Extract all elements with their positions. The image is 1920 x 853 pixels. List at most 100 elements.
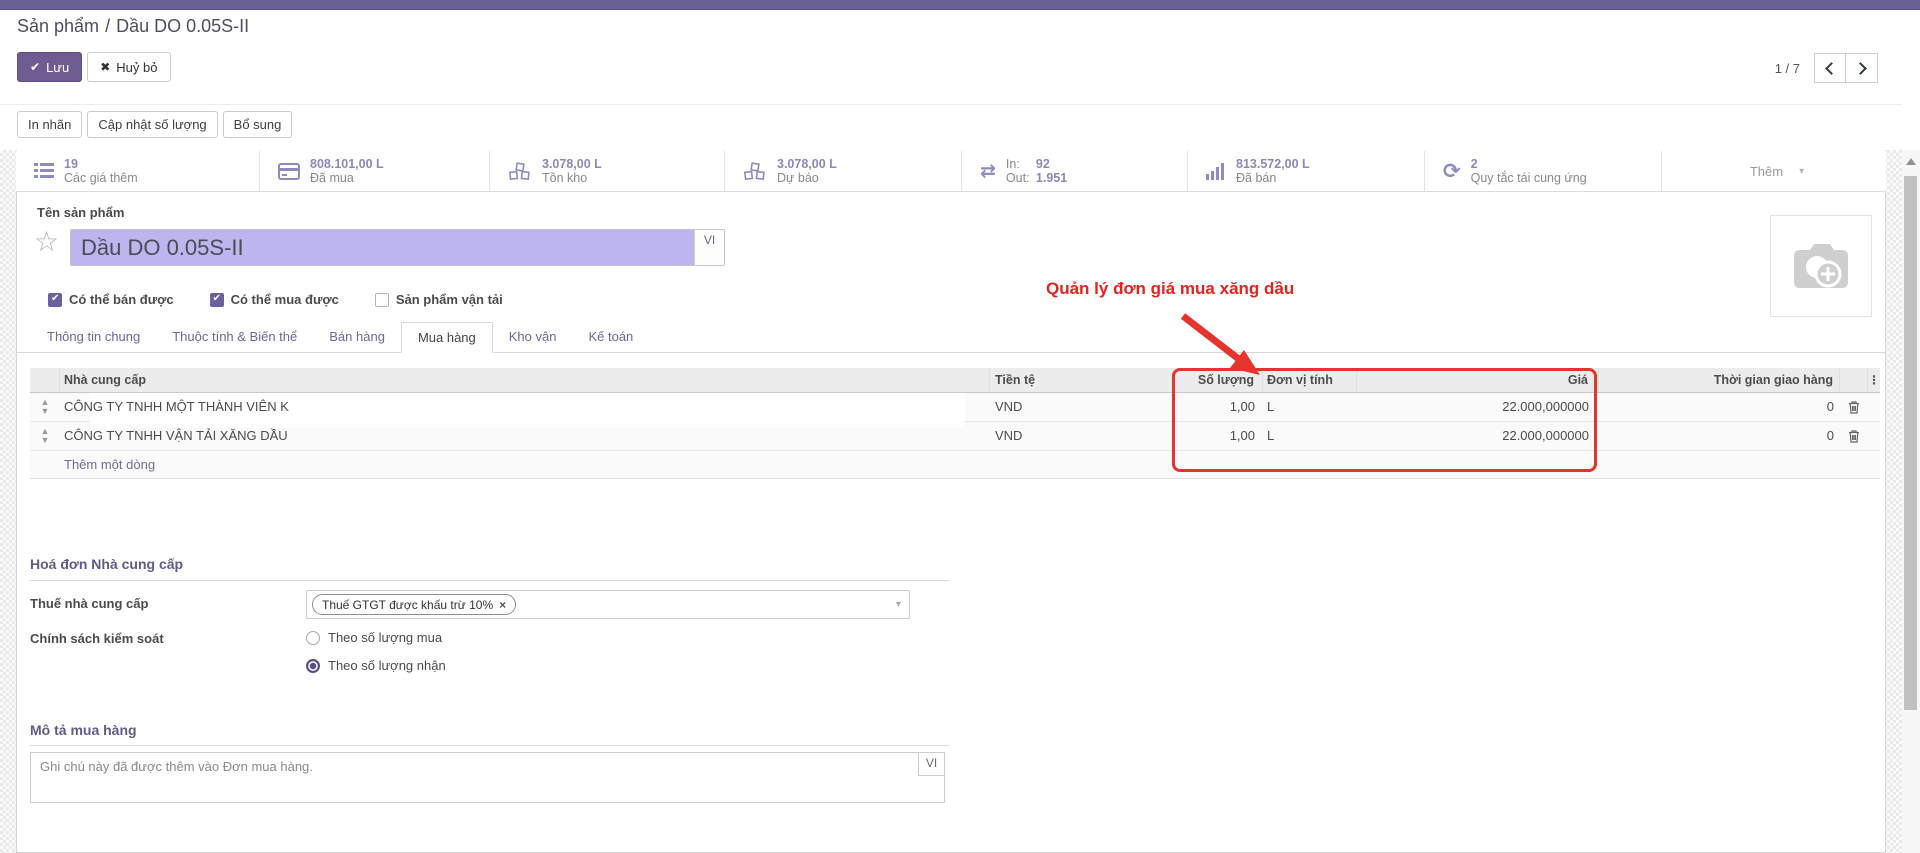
print-labels-button[interactable]: In nhãn: [17, 111, 82, 138]
vendor-column-header[interactable]: Nhà cung cấp: [60, 368, 990, 392]
lead-time-column-header[interactable]: Thời gian giao hàng: [1599, 368, 1840, 392]
save-button[interactable]: ✔ Lưu: [17, 52, 82, 82]
uom-cell[interactable]: L: [1263, 422, 1357, 450]
trash-icon: [1848, 400, 1860, 414]
uom-column-header[interactable]: Đơn vị tính: [1263, 368, 1357, 392]
bar-chart-icon: [1206, 162, 1226, 180]
handle-column-header: [30, 368, 60, 392]
chevron-left-icon: [1825, 62, 1838, 75]
stat-button-forecasted[interactable]: 3.078,00 LDự báo: [725, 151, 962, 191]
pager-previous-button[interactable]: [1814, 53, 1846, 83]
product-image-upload[interactable]: [1770, 215, 1872, 317]
stat-button-reordering-rules[interactable]: ⟳ 2Quy tắc tái cung ứng: [1425, 151, 1662, 191]
drag-handle-icon[interactable]: ▲▼: [41, 427, 50, 445]
pager-next-button[interactable]: [1846, 53, 1878, 83]
lead-time-cell[interactable]: 0: [1599, 393, 1840, 421]
delete-row-button[interactable]: [1848, 429, 1860, 443]
delete-row-button[interactable]: [1848, 400, 1860, 414]
save-button-label: Lưu: [46, 60, 69, 75]
currency-cell[interactable]: VND: [990, 422, 1175, 450]
checkbox-can-be-sold[interactable]: Có thể bán được: [48, 292, 174, 307]
dropdown-caret-icon: ▾: [896, 599, 901, 610]
cubes-icon: [508, 162, 532, 181]
quantity-cell[interactable]: 1,00: [1175, 393, 1263, 421]
section-divider: [30, 580, 950, 581]
stat-button-purchased[interactable]: 808.101,00 LĐã mua: [260, 151, 490, 191]
radio-on-received-quantities[interactable]: Theo số lượng nhận: [306, 658, 446, 673]
tab-general-information[interactable]: Thông tin chung: [31, 322, 156, 353]
stat-button-on-hand[interactable]: 3.078,00 LTồn kho: [490, 151, 725, 191]
vendor-pricelist-table: Nhà cung cấp Tiền tệ Số lượng Đơn vị tín…: [30, 368, 1880, 479]
radio-icon: [306, 659, 320, 673]
stat-button-in-out[interactable]: ⇄ In:92 Out:1.951: [962, 151, 1188, 191]
translate-badge[interactable]: VI: [918, 753, 944, 776]
uom-cell[interactable]: L: [1263, 393, 1357, 421]
table-header-row: Nhà cung cấp Tiền tệ Số lượng Đơn vị tín…: [30, 368, 1880, 393]
tab-attributes-variants[interactable]: Thuộc tính & Biến thể: [156, 322, 313, 353]
out-value: 1.951: [1036, 171, 1067, 185]
checkbox-icon: [48, 293, 62, 307]
table-row[interactable]: ▲▼ CÔNG TY TNHH MỘT THÀNH VIÊN K VND 1,0…: [30, 393, 1880, 422]
odoo-product-form-screen: Sản phẩm/Dầu DO 0.05S-II ✔ Lưu ✖ Huỷ bỏ …: [0, 0, 1920, 853]
price-cell[interactable]: 22.000,000000: [1357, 393, 1599, 421]
vendor-bills-section-title: Hoá đơn Nhà cung cấp: [30, 556, 183, 572]
radio-label: Theo số lượng mua: [328, 630, 442, 645]
purchase-description-textarea[interactable]: Ghi chú này đã được thêm vào Đơn mua hàn…: [30, 752, 945, 803]
tab-accounting[interactable]: Kế toán: [572, 322, 649, 353]
product-name-input[interactable]: Dầu DO 0.05S-II VI: [70, 229, 725, 266]
price-column-header[interactable]: Giá: [1357, 368, 1599, 392]
tab-sales[interactable]: Bán hàng: [313, 322, 401, 353]
drag-handle-icon[interactable]: ▲▼: [41, 398, 50, 416]
scrollbar-thumb[interactable]: [1904, 176, 1917, 710]
in-label: In:: [1006, 157, 1036, 171]
list-icon: [34, 162, 54, 180]
chevron-down-icon: ▾: [1799, 166, 1804, 177]
favorite-star-icon[interactable]: ☆: [34, 228, 59, 256]
tab-purchase[interactable]: Mua hàng: [401, 322, 493, 353]
stat-button-bar: 19Các giá thêm 808.101,00 LĐã mua 3.078,…: [16, 151, 1886, 192]
vendor-cell[interactable]: CÔNG TY TNHH VẬN TẢI XĂNG DẦU: [60, 422, 990, 450]
vendor-tax-label: Thuế nhà cung cấp: [30, 596, 148, 611]
vertical-scrollbar[interactable]: [1902, 150, 1920, 853]
exchange-icon: ⇄: [980, 160, 996, 183]
add-line-link[interactable]: Thêm một dòng: [30, 451, 155, 478]
vendor-tax-input[interactable]: Thuế GTGT được khấu trừ 10% × ▾: [306, 590, 910, 619]
quantity-column-header[interactable]: Số lượng: [1175, 368, 1263, 392]
stat-button-sold[interactable]: 813.572,00 LĐã bán: [1188, 151, 1425, 191]
currency-cell[interactable]: VND: [990, 393, 1175, 421]
translate-badge[interactable]: VI: [694, 230, 724, 265]
refresh-icon: ⟳: [1443, 159, 1461, 184]
stat-label: Tồn kho: [542, 171, 602, 185]
top-navbar: [0, 0, 1920, 10]
pager-count: 1 / 7: [1775, 61, 1800, 76]
checkbox-label: Có thể bán được: [69, 292, 174, 307]
purchase-note-text: Ghi chú này đã được thêm vào Đơn mua hàn…: [40, 759, 313, 774]
radio-on-ordered-quantities[interactable]: Theo số lượng mua: [306, 630, 442, 645]
replenish-button[interactable]: Bổ sung: [223, 111, 293, 138]
checkbox-transport-product[interactable]: Sản phẩm vận tải: [375, 292, 503, 307]
price-cell[interactable]: 22.000,000000: [1357, 422, 1599, 450]
tab-inventory[interactable]: Kho vận: [493, 322, 573, 353]
stat-button-extra-prices[interactable]: 19Các giá thêm: [16, 151, 260, 191]
checkbox-can-be-purchased[interactable]: Có thể mua được: [210, 292, 339, 307]
control-policy-label: Chính sách kiểm soát: [30, 631, 164, 646]
tax-tag[interactable]: Thuế GTGT được khấu trừ 10% ×: [312, 594, 516, 615]
table-row[interactable]: ▲▼ CÔNG TY TNHH VẬN TẢI XĂNG DẦU VND 1,0…: [30, 422, 1880, 451]
more-label: Thêm: [1750, 164, 1783, 179]
currency-column-header[interactable]: Tiền tệ: [990, 368, 1175, 392]
stat-value: 813.572,00 L: [1236, 157, 1310, 171]
remove-tag-icon[interactable]: ×: [499, 598, 506, 612]
radio-label: Theo số lượng nhận: [328, 658, 446, 673]
update-quantity-button[interactable]: Cập nhật số lượng: [87, 111, 217, 138]
breadcrumb: Sản phẩm/Dầu DO 0.05S-II: [17, 16, 249, 37]
scrollbar-up-arrow[interactable]: [1906, 158, 1916, 165]
credit-card-icon: [278, 163, 300, 180]
lead-time-cell[interactable]: 0: [1599, 422, 1840, 450]
stat-button-more[interactable]: Thêm ▾: [1662, 151, 1886, 191]
discard-button[interactable]: ✖ Huỷ bỏ: [87, 52, 170, 82]
quantity-cell[interactable]: 1,00: [1175, 422, 1263, 450]
breadcrumb-products-link[interactable]: Sản phẩm: [17, 16, 99, 36]
vendor-cell[interactable]: CÔNG TY TNHH MỘT THÀNH VIÊN K: [60, 393, 990, 421]
optional-columns-toggle[interactable]: ⋮: [1868, 368, 1880, 392]
stat-value: 3.078,00 L: [777, 157, 837, 171]
